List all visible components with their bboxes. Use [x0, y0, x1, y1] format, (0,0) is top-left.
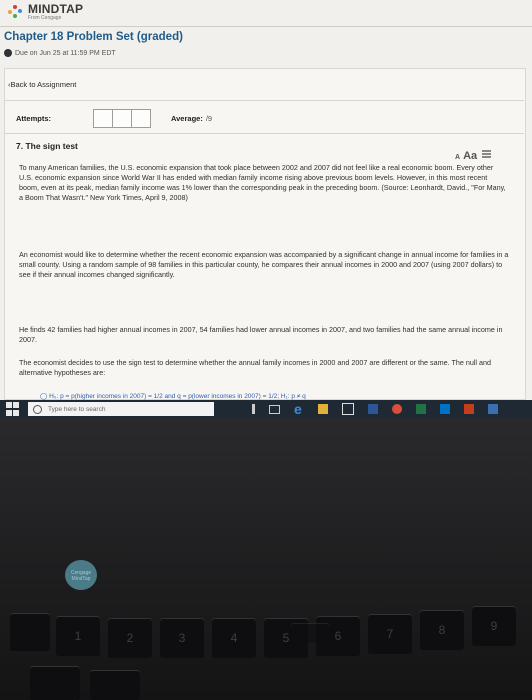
keyboard-key-2: 2 — [108, 618, 152, 658]
search-placeholder: Type here to search — [48, 405, 106, 413]
decrease-font-button[interactable]: A — [455, 154, 460, 161]
question-panel — [4, 68, 526, 400]
mindtap-logo[interactable]: MINDTAP From Cengage — [8, 3, 83, 21]
taskbar-search-box[interactable]: Type here to search — [28, 402, 214, 416]
mindtap-logo-icon — [8, 4, 26, 20]
attempts-label: Attempts: — [16, 114, 51, 123]
attempt-box — [93, 109, 113, 128]
back-to-assignment-link[interactable]: ‹Back to Assignment — [8, 80, 76, 89]
browser-screen: MINDTAP From Cengage Chapter 18 Problem … — [0, 0, 532, 400]
store-icon[interactable] — [342, 403, 354, 415]
question-title: 7. The sign test — [16, 141, 78, 151]
hypothesis-option[interactable]: ◯ H₀: p = p(higher incomes in 2007) = 1/… — [40, 392, 306, 400]
divider — [4, 133, 524, 134]
keyboard-key-3: 3 — [160, 618, 204, 658]
edge-icon[interactable]: e — [294, 402, 304, 416]
cortana-circle-icon — [33, 404, 42, 414]
keyboard-key-8: 8 — [420, 610, 464, 650]
outlook-icon[interactable] — [440, 404, 450, 414]
question-paragraph: To many American families, the U.S. econ… — [19, 163, 506, 202]
divider — [4, 100, 524, 101]
average-label: Average: — [171, 114, 203, 123]
attempt-box — [131, 109, 151, 128]
keyboard-key-9: 9 — [472, 606, 516, 646]
keyboard-key — [90, 670, 140, 700]
keyboard-key — [30, 666, 80, 700]
chrome-icon[interactable] — [392, 404, 402, 414]
cengage-sticker: Cengage MindTap — [65, 560, 97, 590]
windows-taskbar: Type here to search e — [0, 400, 532, 418]
keyboard-key — [10, 613, 50, 651]
due-date-row: Due on Jun 25 at 11:59 PM EDT — [4, 49, 116, 57]
question-paragraph: The economist decides to use the sign te… — [19, 358, 491, 377]
header-divider — [0, 26, 532, 27]
word-icon[interactable] — [368, 404, 378, 414]
keyboard-key-7: 7 — [368, 614, 412, 654]
windows-icon[interactable] — [6, 402, 20, 416]
keyboard-key-1: 1 — [56, 616, 100, 656]
increase-font-button[interactable]: Aa — [463, 150, 477, 162]
font-size-tools[interactable]: A Aa — [455, 150, 492, 162]
excel-icon[interactable] — [416, 404, 426, 414]
settings-icon[interactable] — [488, 404, 498, 414]
brand-name: MINDTAP — [28, 2, 84, 16]
list-icon[interactable] — [482, 150, 492, 159]
laptop-keyboard: 1 2 3 4 5 6 7 8 9 — [0, 418, 532, 700]
radio-button[interactable]: ◯ — [40, 393, 49, 400]
average-value: /9 — [205, 114, 213, 123]
keyboard-key — [290, 623, 330, 643]
due-status-icon — [4, 49, 12, 57]
question-paragraph: He finds 42 families had higher annual i… — [19, 325, 503, 344]
attempt-box — [112, 109, 132, 128]
average-score: Average:/9 — [171, 114, 212, 123]
mic-icon[interactable] — [252, 404, 255, 414]
powerpoint-icon[interactable] — [464, 404, 474, 414]
keyboard-key-4: 4 — [212, 618, 256, 658]
question-paragraph: An economist would like to determine whe… — [19, 250, 509, 279]
due-date-text: Due on Jun 25 at 11:59 PM EDT — [15, 49, 116, 57]
assignment-title: Chapter 18 Problem Set (graded) — [4, 31, 183, 43]
file-explorer-icon[interactable] — [318, 404, 328, 414]
task-view-icon[interactable] — [269, 404, 280, 414]
